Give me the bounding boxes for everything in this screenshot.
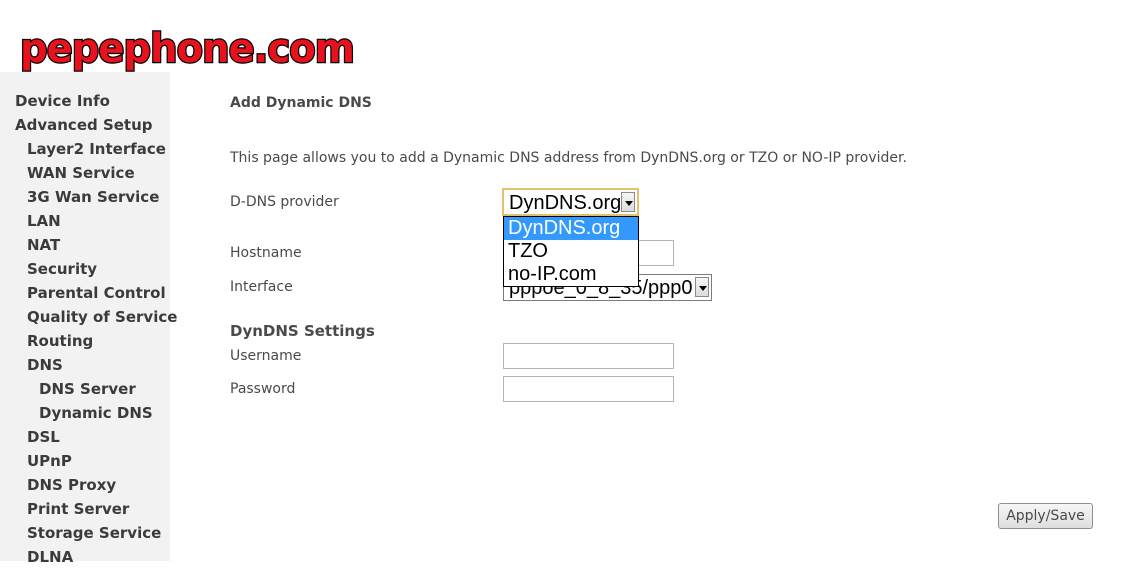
- provider-select-value: DynDNS.org: [509, 192, 622, 214]
- hostname-label: Hostname: [230, 245, 302, 261]
- sidebar-item-parental-control[interactable]: Parental Control: [27, 281, 166, 305]
- sidebar-item-dsl[interactable]: DSL: [27, 425, 60, 449]
- provider-option-dyndns[interactable]: DynDNS.org: [504, 217, 638, 240]
- chevron-down-icon[interactable]: [695, 277, 709, 297]
- sidebar-item-dynamic-dns[interactable]: Dynamic DNS: [39, 401, 153, 425]
- provider-option-noip[interactable]: no-IP.com: [504, 263, 638, 286]
- sidebar-item-nat[interactable]: NAT: [27, 233, 60, 257]
- password-label: Password: [230, 381, 296, 397]
- apply-save-button[interactable]: Apply/Save: [998, 503, 1093, 529]
- interface-label: Interface: [230, 279, 293, 295]
- page-description: This page allows you to add a Dynamic DN…: [230, 150, 907, 166]
- sidebar-item-dns-server[interactable]: DNS Server: [39, 377, 136, 401]
- sidebar-item-advanced-setup[interactable]: Advanced Setup: [15, 113, 153, 137]
- sidebar-item-print-server[interactable]: Print Server: [27, 497, 129, 521]
- sidebar-item-quality-of-service[interactable]: Quality of Service: [27, 305, 177, 329]
- sidebar-item-dns-proxy[interactable]: DNS Proxy: [27, 473, 116, 497]
- provider-select[interactable]: DynDNS.org: [502, 188, 639, 216]
- provider-label: D-DNS provider: [230, 194, 339, 210]
- sidebar-item-upnp[interactable]: UPnP: [27, 449, 72, 473]
- username-label: Username: [230, 348, 302, 364]
- sidebar-item-dlna[interactable]: DLNA: [27, 545, 73, 569]
- page-title: Add Dynamic DNS: [230, 95, 372, 111]
- sidebar-item-wan-service[interactable]: WAN Service: [27, 161, 135, 185]
- sidebar-item-layer2-interface[interactable]: Layer2 Interface: [27, 137, 166, 161]
- sidebar-item-security[interactable]: Security: [27, 257, 97, 281]
- sidebar-item-routing[interactable]: Routing: [27, 329, 93, 353]
- username-input[interactable]: [503, 343, 674, 369]
- sidebar-item-device-info[interactable]: Device Info: [15, 89, 110, 113]
- password-input[interactable]: [503, 376, 674, 402]
- svg-text:pepephone.com: pepephone.com: [20, 26, 354, 72]
- sidebar-item-lan[interactable]: LAN: [27, 209, 61, 233]
- provider-option-tzo[interactable]: TZO: [504, 240, 638, 263]
- chevron-down-icon[interactable]: [621, 192, 635, 212]
- pepephone-logo: pepephone.com: [16, 24, 360, 72]
- sidebar-item-dns[interactable]: DNS: [27, 353, 63, 377]
- provider-dropdown-list: DynDNS.org TZO no-IP.com: [503, 216, 639, 287]
- sidebar-item-storage-service[interactable]: Storage Service: [27, 521, 161, 545]
- sidebar-item-3g-wan-service[interactable]: 3G Wan Service: [27, 185, 159, 209]
- dyndns-settings-heading: DynDNS Settings: [230, 322, 375, 340]
